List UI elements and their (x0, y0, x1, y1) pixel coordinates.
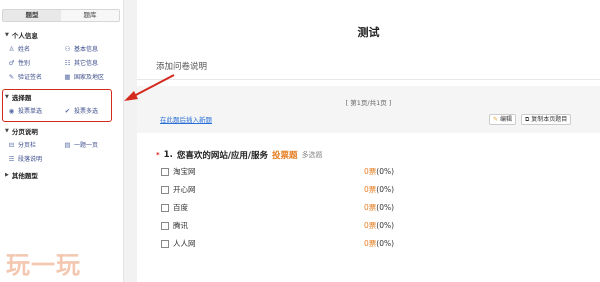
caret-down-icon: ▼ (5, 128, 9, 134)
page-toolbar-band (137, 86, 600, 133)
person-icon: ♙ (8, 44, 15, 53)
sidebar-item-country-region[interactable]: ▦ 国家及地区 (64, 72, 105, 82)
paragraph-icon: ☰ (8, 154, 15, 163)
caret-right-icon: ▶ (5, 172, 9, 178)
survey-editor: 测试 添加问卷说明 [ 第1页/共1页 ] 在此题后插入新题 ✎ 编辑 ⧉ 复制… (137, 0, 600, 282)
sidebar-item-basic-info[interactable]: ⚇ 基本信息 (64, 44, 99, 54)
vote-count: 0票(0%) (364, 221, 395, 230)
page-info: [ 第1页/共1页 ] (345, 99, 392, 107)
sidebar-item-gender[interactable]: ♂ 性别 (8, 58, 31, 68)
option-label: 人人网 (173, 239, 196, 248)
sidebar-item-signature[interactable]: ✎ 验证签名 (8, 72, 43, 82)
people-icon: ⚇ (64, 44, 71, 53)
button-label: 复制本页题目 (531, 116, 568, 123)
divider (137, 79, 600, 80)
sidebar-item-one-per-page[interactable]: ▤ 一题一页 (64, 140, 99, 150)
vote-count: 0票(0%) (364, 239, 395, 248)
option-row[interactable]: 淘宝网 (161, 166, 196, 177)
page-break-icon: ⊟ (8, 140, 15, 149)
item-label: 一题一页 (74, 142, 99, 149)
page-icon: ▤ (64, 140, 71, 149)
item-label: 验证签名 (18, 74, 43, 81)
item-label: 段落说明 (18, 156, 43, 163)
item-label: 其它信息 (74, 60, 99, 67)
group-personal-info[interactable]: ▼ 个人信息 (5, 30, 38, 40)
question-title[interactable]: * 1. 您喜欢的网站/应用/服务 投票题 多选题 (156, 149, 323, 161)
caret-down-icon: ▼ (5, 32, 9, 38)
item-label: 分页栏 (18, 142, 37, 149)
item-label: 国家及地区 (74, 74, 105, 81)
copy-page-button[interactable]: ⧉ 复制本页题目 (521, 114, 572, 125)
checkbox[interactable] (161, 167, 169, 176)
survey-title[interactable]: 测试 (137, 24, 600, 40)
pencil-icon: ✎ (493, 116, 499, 123)
item-label: 基本信息 (74, 46, 99, 53)
vote-count: 0票(0%) (364, 203, 395, 212)
question-number: 1. (163, 150, 173, 160)
highlight-box (2, 89, 112, 122)
map-icon: ▦ (64, 72, 71, 81)
question-text: 您喜欢的网站/应用/服务 (176, 151, 269, 161)
option-row[interactable]: 百度 (161, 202, 188, 213)
sidebar-tabs: 题型 题库 (2, 9, 120, 22)
group-title-label: 个人信息 (11, 32, 38, 40)
group-title-label: 分页说明 (11, 128, 38, 136)
required-mark: * (156, 151, 160, 159)
question-badge: 投票题 (272, 151, 298, 161)
option-label: 腾讯 (173, 221, 188, 230)
insert-question-link[interactable]: 在此题后插入新题 (160, 114, 212, 124)
checkbox[interactable] (161, 239, 169, 248)
item-label: 姓名 (18, 46, 31, 53)
app-root: 题型 题库 ▼ 个人信息 ♙ 姓名 ⚇ 基本信息 ♂ 性别 ☷ 其它信息 ✎ 验… (0, 0, 600, 282)
tab-question-types[interactable]: 题型 (3, 10, 61, 21)
option-row[interactable]: 人人网 (161, 238, 196, 249)
option-label: 开心网 (173, 185, 196, 194)
vote-count: 0票(0%) (364, 185, 395, 194)
button-label: 编辑 (500, 116, 513, 123)
sidebar-item-paragraph[interactable]: ☰ 段落说明 (8, 154, 43, 164)
copy-icon: ⧉ (525, 116, 530, 123)
gender-icon: ♂ (8, 58, 15, 67)
edit-button[interactable]: ✎ 编辑 (489, 114, 517, 125)
group-paging[interactable]: ▼ 分页说明 (5, 126, 38, 136)
checkbox[interactable] (161, 185, 169, 194)
tab-question-bank[interactable]: 题库 (61, 10, 119, 21)
option-label: 淘宝网 (173, 167, 196, 176)
item-label: 性别 (18, 60, 31, 67)
group-title-label: 其他题型 (11, 172, 38, 180)
question-type: 多选题 (301, 151, 323, 159)
checkbox[interactable] (161, 221, 169, 230)
vote-count: 0票(0%) (364, 167, 395, 176)
question-type-sidebar: 题型 题库 ▼ 个人信息 ♙ 姓名 ⚇ 基本信息 ♂ 性别 ☷ 其它信息 ✎ 验… (0, 0, 124, 282)
sidebar-item-other-info[interactable]: ☷ 其它信息 (64, 58, 99, 68)
list-icon: ☷ (64, 58, 71, 67)
option-label: 百度 (173, 203, 188, 212)
checkbox[interactable] (161, 203, 169, 212)
option-row[interactable]: 腾讯 (161, 220, 188, 231)
sidebar-item-name[interactable]: ♙ 姓名 (8, 44, 31, 54)
add-description-link[interactable]: 添加问卷说明 (156, 60, 207, 72)
group-other-types[interactable]: ▶ 其他题型 (5, 170, 38, 180)
option-row[interactable]: 开心网 (161, 184, 196, 195)
watermark-logo: 玩一玩 (6, 251, 81, 279)
pen-icon: ✎ (8, 72, 15, 81)
sidebar-item-page-break[interactable]: ⊟ 分页栏 (8, 140, 37, 150)
